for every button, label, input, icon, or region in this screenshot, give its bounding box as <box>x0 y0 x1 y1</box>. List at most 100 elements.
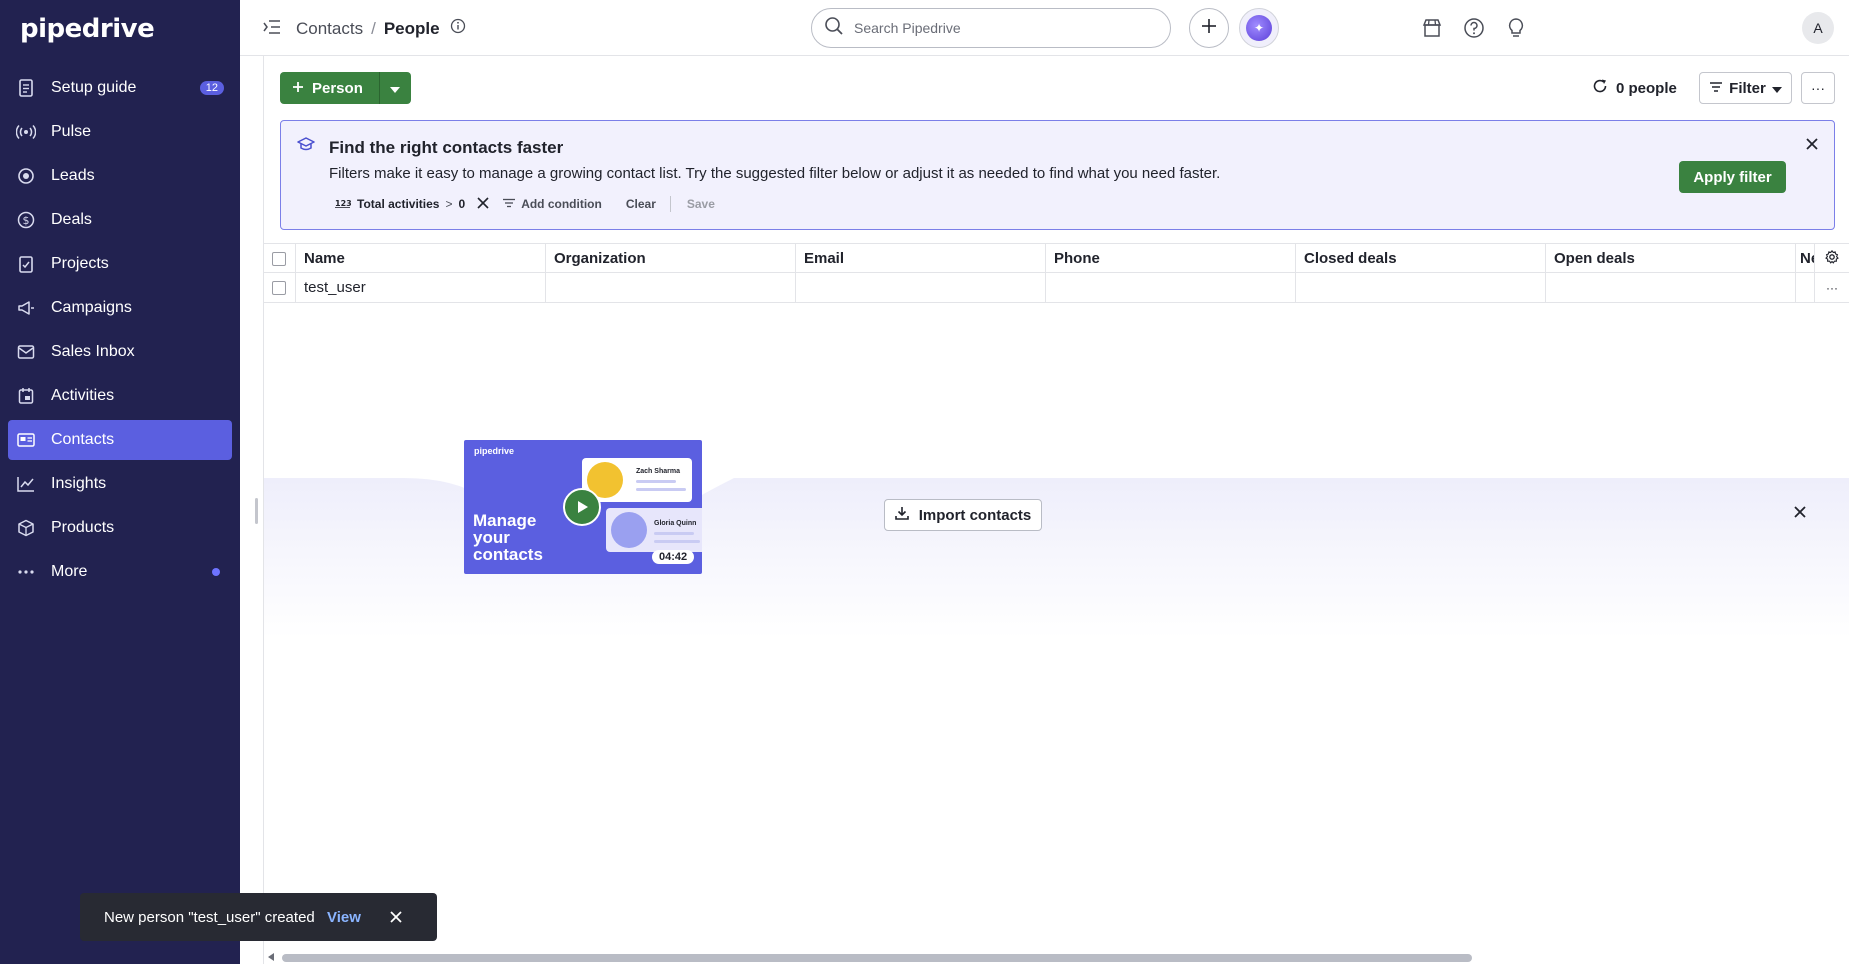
ellipsis-icon: ··· <box>1811 80 1825 96</box>
sidebar-item-setup-guide[interactable]: Setup guide 12 <box>8 68 232 108</box>
suggested-filter-banner: Find the right contacts faster Filters m… <box>280 120 1835 230</box>
sidebar-item-campaigns[interactable]: Campaigns <box>8 288 232 328</box>
collapse-menu-icon[interactable] <box>262 18 282 41</box>
more-actions-button[interactable]: ··· <box>1801 72 1835 104</box>
add-condition-button[interactable]: Add condition <box>503 197 602 211</box>
sidebar-item-contacts[interactable]: Contacts <box>8 420 232 460</box>
inbox-icon <box>16 342 36 362</box>
add-options-dropdown[interactable] <box>378 72 411 104</box>
banner-title: Find the right contacts faster <box>329 138 564 157</box>
toast-message: New person "test_user" created <box>104 908 315 926</box>
table-row[interactable]: test_user ··· <box>264 273 1849 303</box>
video-duration: 04:42 <box>652 550 695 564</box>
apply-filter-button[interactable]: Apply filter <box>1679 161 1786 193</box>
search-box[interactable] <box>811 8 1171 48</box>
sidebar-item-sales-inbox[interactable]: Sales Inbox <box>8 332 232 372</box>
plus-icon <box>1200 17 1218 40</box>
sidebar-item-products[interactable]: Products <box>8 508 232 548</box>
notification-dot <box>212 568 220 576</box>
horizontal-scrollbar-thumb[interactable] <box>282 954 1472 962</box>
cell-organization[interactable] <box>546 273 796 302</box>
search-input[interactable] <box>854 20 1134 36</box>
cell-email[interactable] <box>796 273 1046 302</box>
column-header-organization[interactable]: Organization <box>546 244 796 273</box>
top-header: Contacts / People ✦ A <box>240 0 1849 56</box>
people-count-label: 0 people <box>1616 79 1677 97</box>
scroll-left-arrow-icon[interactable] <box>268 953 274 961</box>
sidebar-item-projects[interactable]: Projects <box>8 244 232 284</box>
column-header-open-deals[interactable]: Open deals <box>1546 244 1796 273</box>
checklist-icon <box>16 78 36 98</box>
lightbulb-icon[interactable] <box>1504 16 1528 40</box>
people-count[interactable]: 0 people <box>1592 78 1677 98</box>
gear-icon[interactable] <box>1825 249 1839 268</box>
select-all-checkbox[interactable] <box>272 251 286 266</box>
clipboard-icon <box>16 254 36 274</box>
contacts-card-icon <box>16 430 36 450</box>
video-brand: pipedrive <box>474 446 515 456</box>
video-contact-name: Gloria Quinn <box>654 520 697 527</box>
sidebar-item-more[interactable]: More <box>8 552 232 592</box>
sidebar-item-leads[interactable]: Leads <box>8 156 232 196</box>
sidebar-item-label: Insights <box>51 475 107 492</box>
filter-icon <box>503 197 516 211</box>
sidebar-item-deals[interactable]: $ Deals <box>8 200 232 240</box>
filter-condition[interactable]: 123 Total activities > 0 <box>335 197 465 211</box>
clear-button[interactable]: Clear <box>626 197 656 211</box>
row-more-button[interactable]: ··· <box>1815 273 1849 302</box>
video-card-line <box>636 488 686 491</box>
ai-assistant-button[interactable]: ✦ <box>1239 8 1279 48</box>
select-all-cell <box>264 244 296 273</box>
video-title: Manage your contacts <box>473 512 543 563</box>
info-icon[interactable] <box>450 18 466 39</box>
caret-down-icon <box>390 81 401 96</box>
cell-phone[interactable] <box>1046 273 1296 302</box>
pipedrive-logo[interactable]: pipedrive <box>20 14 155 44</box>
filter-button[interactable]: Filter <box>1699 72 1792 104</box>
remove-condition-icon[interactable] <box>477 196 489 212</box>
import-contacts-button[interactable]: Import contacts <box>884 499 1042 531</box>
sidebar: pipedrive Setup guide 12 Pulse Leads $ D… <box>0 0 240 964</box>
row-checkbox[interactable] <box>272 280 286 295</box>
box-icon <box>16 518 36 538</box>
sidebar-item-label: Contacts <box>51 431 115 448</box>
sidebar-item-label: Projects <box>51 255 109 272</box>
numeric-field-icon: 123 <box>335 197 352 211</box>
column-header-closed-deals[interactable]: Closed deals <box>1296 244 1546 273</box>
user-avatar[interactable]: A <box>1802 12 1834 44</box>
sidebar-item-insights[interactable]: Insights <box>8 464 232 504</box>
video-title-line: your <box>473 528 510 547</box>
sidebar-item-activities[interactable]: Activities <box>8 376 232 416</box>
graduation-cap-icon <box>297 137 315 158</box>
column-header-name[interactable]: Name <box>296 244 546 273</box>
sidebar-resize-handle[interactable] <box>255 498 258 524</box>
column-header-email[interactable]: Email <box>796 244 1046 273</box>
tutorial-video-thumbnail[interactable]: pipedrive Zach Sharma Gloria Quinn Manag… <box>464 440 702 574</box>
column-settings-cell <box>1815 244 1849 273</box>
condition-value: 0 <box>458 197 466 211</box>
sparkle-icon: ✦ <box>1246 15 1272 41</box>
toast-view-link[interactable]: View <box>327 909 361 926</box>
download-icon <box>894 506 909 524</box>
people-table: Name Organization Email Phone Closed dea… <box>264 243 1849 303</box>
sidebar-item-label: Activities <box>51 387 115 404</box>
caret-down-icon <box>1771 80 1782 97</box>
breadcrumb-contacts[interactable]: Contacts <box>296 19 363 39</box>
save-button[interactable]: Save <box>687 197 715 211</box>
close-icon[interactable] <box>1793 505 1807 524</box>
help-icon[interactable] <box>1462 16 1486 40</box>
close-icon[interactable] <box>1805 137 1819 156</box>
filter-conditions-row: 123 Total activities > 0 Add condition C… <box>335 196 715 212</box>
quick-add-button[interactable] <box>1189 8 1229 48</box>
column-header-next[interactable]: Ne <box>1796 244 1815 273</box>
sidebar-item-pulse[interactable]: Pulse <box>8 112 232 152</box>
marketplace-icon[interactable] <box>1420 16 1444 40</box>
avatar <box>611 512 647 548</box>
column-header-phone[interactable]: Phone <box>1046 244 1296 273</box>
close-icon[interactable] <box>389 910 403 924</box>
play-icon[interactable] <box>563 488 601 526</box>
cell-name[interactable]: test_user <box>296 273 546 302</box>
megaphone-icon <box>16 298 36 318</box>
sidebar-item-label: Leads <box>51 167 95 184</box>
add-person-button[interactable]: Person <box>280 72 379 104</box>
